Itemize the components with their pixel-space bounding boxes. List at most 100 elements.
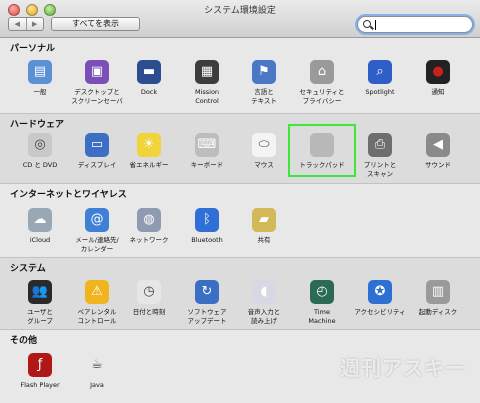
back-forward-control: ◀ ▶	[8, 17, 44, 31]
pref-label: ネットワーク	[129, 236, 169, 244]
pref-sound[interactable]: ◀ サウンド	[406, 133, 470, 170]
pref-label: ユーザと グループ	[27, 308, 53, 325]
printer-icon: ⎙	[368, 133, 392, 157]
pref-time-machine[interactable]: ◴ Time Machine	[290, 280, 354, 326]
pref-security-privacy[interactable]: ⌂ セキュリティと プライバシー	[290, 60, 354, 106]
text-cursor	[375, 20, 376, 30]
pref-label: 一般	[33, 88, 47, 96]
pref-java[interactable]: ☕ Java	[65, 353, 129, 390]
mission-control-icon: ▦	[195, 60, 219, 84]
section-title: ハードウェア	[10, 120, 65, 130]
section-title: インターネットとワイヤレス	[10, 190, 127, 200]
back-button[interactable]: ◀	[9, 18, 27, 30]
update-icon: ↻	[195, 280, 219, 304]
pref-label: Flash Player	[20, 381, 60, 389]
pref-label: Spotlight	[365, 88, 395, 96]
pref-flash-player[interactable]: ƒ Flash Player	[8, 353, 72, 390]
pref-label: CD と DVD	[22, 161, 58, 169]
bulb-icon: ☀	[137, 133, 161, 157]
pref-label: 起動ディスク	[418, 308, 458, 316]
house-lock-icon: ⌂	[310, 60, 334, 84]
parental-icon: ⚠	[85, 280, 109, 304]
pref-startup-disk[interactable]: ▥ 起動ディスク	[406, 280, 470, 317]
section-title: パーソナル	[10, 44, 56, 54]
time-machine-icon: ◴	[310, 280, 334, 304]
forward-button[interactable]: ▶	[27, 18, 44, 30]
trackpad-icon	[310, 133, 334, 157]
pref-label: ソフトウェア アップデート	[187, 308, 227, 325]
pref-label: キーボード	[190, 161, 224, 169]
pref-energy-saver[interactable]: ☀ 省エネルギー	[117, 133, 181, 170]
speaker-icon: ◀	[426, 133, 450, 157]
pref-print-scan[interactable]: ⎙ プリントと スキャン	[348, 133, 412, 179]
pref-dictation-speech[interactable]: ◖ 音声入力と 読み上げ	[232, 280, 296, 326]
microphone-icon: ◖	[252, 280, 276, 304]
pref-network[interactable]: ◍ ネットワーク	[117, 208, 181, 245]
pref-dock[interactable]: ▬ Dock	[117, 60, 181, 97]
system-preferences-window: システム環境設定 ◀ ▶ すべてを表示 パーソナル ハードウェア インターネット…	[0, 0, 480, 403]
pref-label: Dock	[140, 88, 158, 96]
pref-accessibility[interactable]: ✪ アクセシビリティ	[348, 280, 412, 317]
show-all-button[interactable]: すべてを表示	[51, 17, 140, 31]
search-icon	[363, 20, 371, 28]
pref-label: アクセシビリティ	[354, 308, 406, 316]
section-title: その他	[10, 336, 38, 346]
disk-icon: ▥	[426, 280, 450, 304]
accessibility-icon: ✪	[368, 280, 392, 304]
pref-label: サウンド	[425, 161, 451, 169]
title-bar: システム環境設定 ◀ ▶ すべてを表示	[0, 0, 480, 38]
pref-mouse[interactable]: ⬭ マウス	[232, 133, 296, 170]
pref-label: トラックパッド	[299, 161, 345, 169]
general-icon: ▤	[28, 60, 52, 84]
pref-notifications[interactable]: ● 通知	[406, 60, 470, 97]
mouse-icon: ⬭	[252, 133, 276, 157]
bluetooth-icon: ᛒ	[195, 208, 219, 232]
pref-spotlight[interactable]: ⌕ Spotlight	[348, 60, 412, 97]
pref-keyboard[interactable]: ⌨ キーボード	[175, 133, 239, 170]
pref-sharing[interactable]: ▰ 共有	[232, 208, 296, 245]
pref-label: 省エネルギー	[129, 161, 169, 169]
keyboard-icon: ⌨	[195, 133, 219, 157]
pref-label: 通知	[431, 88, 445, 96]
pref-icloud[interactable]: ☁ iCloud	[8, 208, 72, 245]
clock-icon: ◷	[137, 280, 161, 304]
display-icon: ▭	[85, 133, 109, 157]
pref-label: 共有	[257, 236, 271, 244]
search-input[interactable]	[357, 16, 473, 33]
section-title: システム	[10, 264, 46, 274]
pref-label: セキュリティと プライバシー	[299, 88, 345, 105]
at-icon: @	[85, 208, 109, 232]
pref-trackpad[interactable]: トラックパッド	[290, 133, 354, 170]
flash-icon: ƒ	[28, 353, 52, 377]
watermark: 週刊アスキー	[340, 356, 466, 380]
pref-label: マウス	[254, 161, 274, 169]
folder-icon: ▰	[252, 208, 276, 232]
pref-software-update[interactable]: ↻ ソフトウェア アップデート	[175, 280, 239, 326]
pref-cd-dvd[interactable]: ◎ CD と DVD	[8, 133, 72, 170]
pref-label: Mission Control	[194, 88, 220, 105]
window-title: システム環境設定	[204, 6, 276, 16]
disc-icon: ◎	[28, 133, 52, 157]
users-icon: 👥	[28, 280, 52, 304]
globe-icon: ◍	[137, 208, 161, 232]
pref-label: Java	[90, 381, 104, 389]
java-icon: ☕	[85, 353, 109, 377]
pref-general[interactable]: ▤ 一般	[8, 60, 72, 97]
pref-mission-control[interactable]: ▦ Mission Control	[175, 60, 239, 106]
pref-label: iCloud	[29, 236, 51, 244]
pref-label: プリントと スキャン	[363, 161, 397, 178]
spotlight-icon: ⌕	[368, 60, 392, 84]
pref-users-groups[interactable]: 👥 ユーザと グループ	[8, 280, 72, 326]
pref-bluetooth[interactable]: ᛒ Bluetooth	[175, 208, 239, 245]
desktop-icon: ▣	[85, 60, 109, 84]
flag-icon: ⚑	[252, 60, 276, 84]
pref-label: 日付と時刻	[132, 308, 166, 316]
cloud-icon: ☁	[28, 208, 52, 232]
pref-language-text[interactable]: ⚑ 言語と テキスト	[232, 60, 296, 106]
pref-label: Time Machine	[308, 308, 336, 325]
pref-label: 音声入力と 読み上げ	[247, 308, 281, 325]
pref-date-time[interactable]: ◷ 日付と時刻	[117, 280, 181, 317]
pref-label: Bluetooth	[191, 236, 223, 244]
pref-label: 言語と テキスト	[251, 88, 277, 105]
notifications-icon: ●	[426, 60, 450, 84]
